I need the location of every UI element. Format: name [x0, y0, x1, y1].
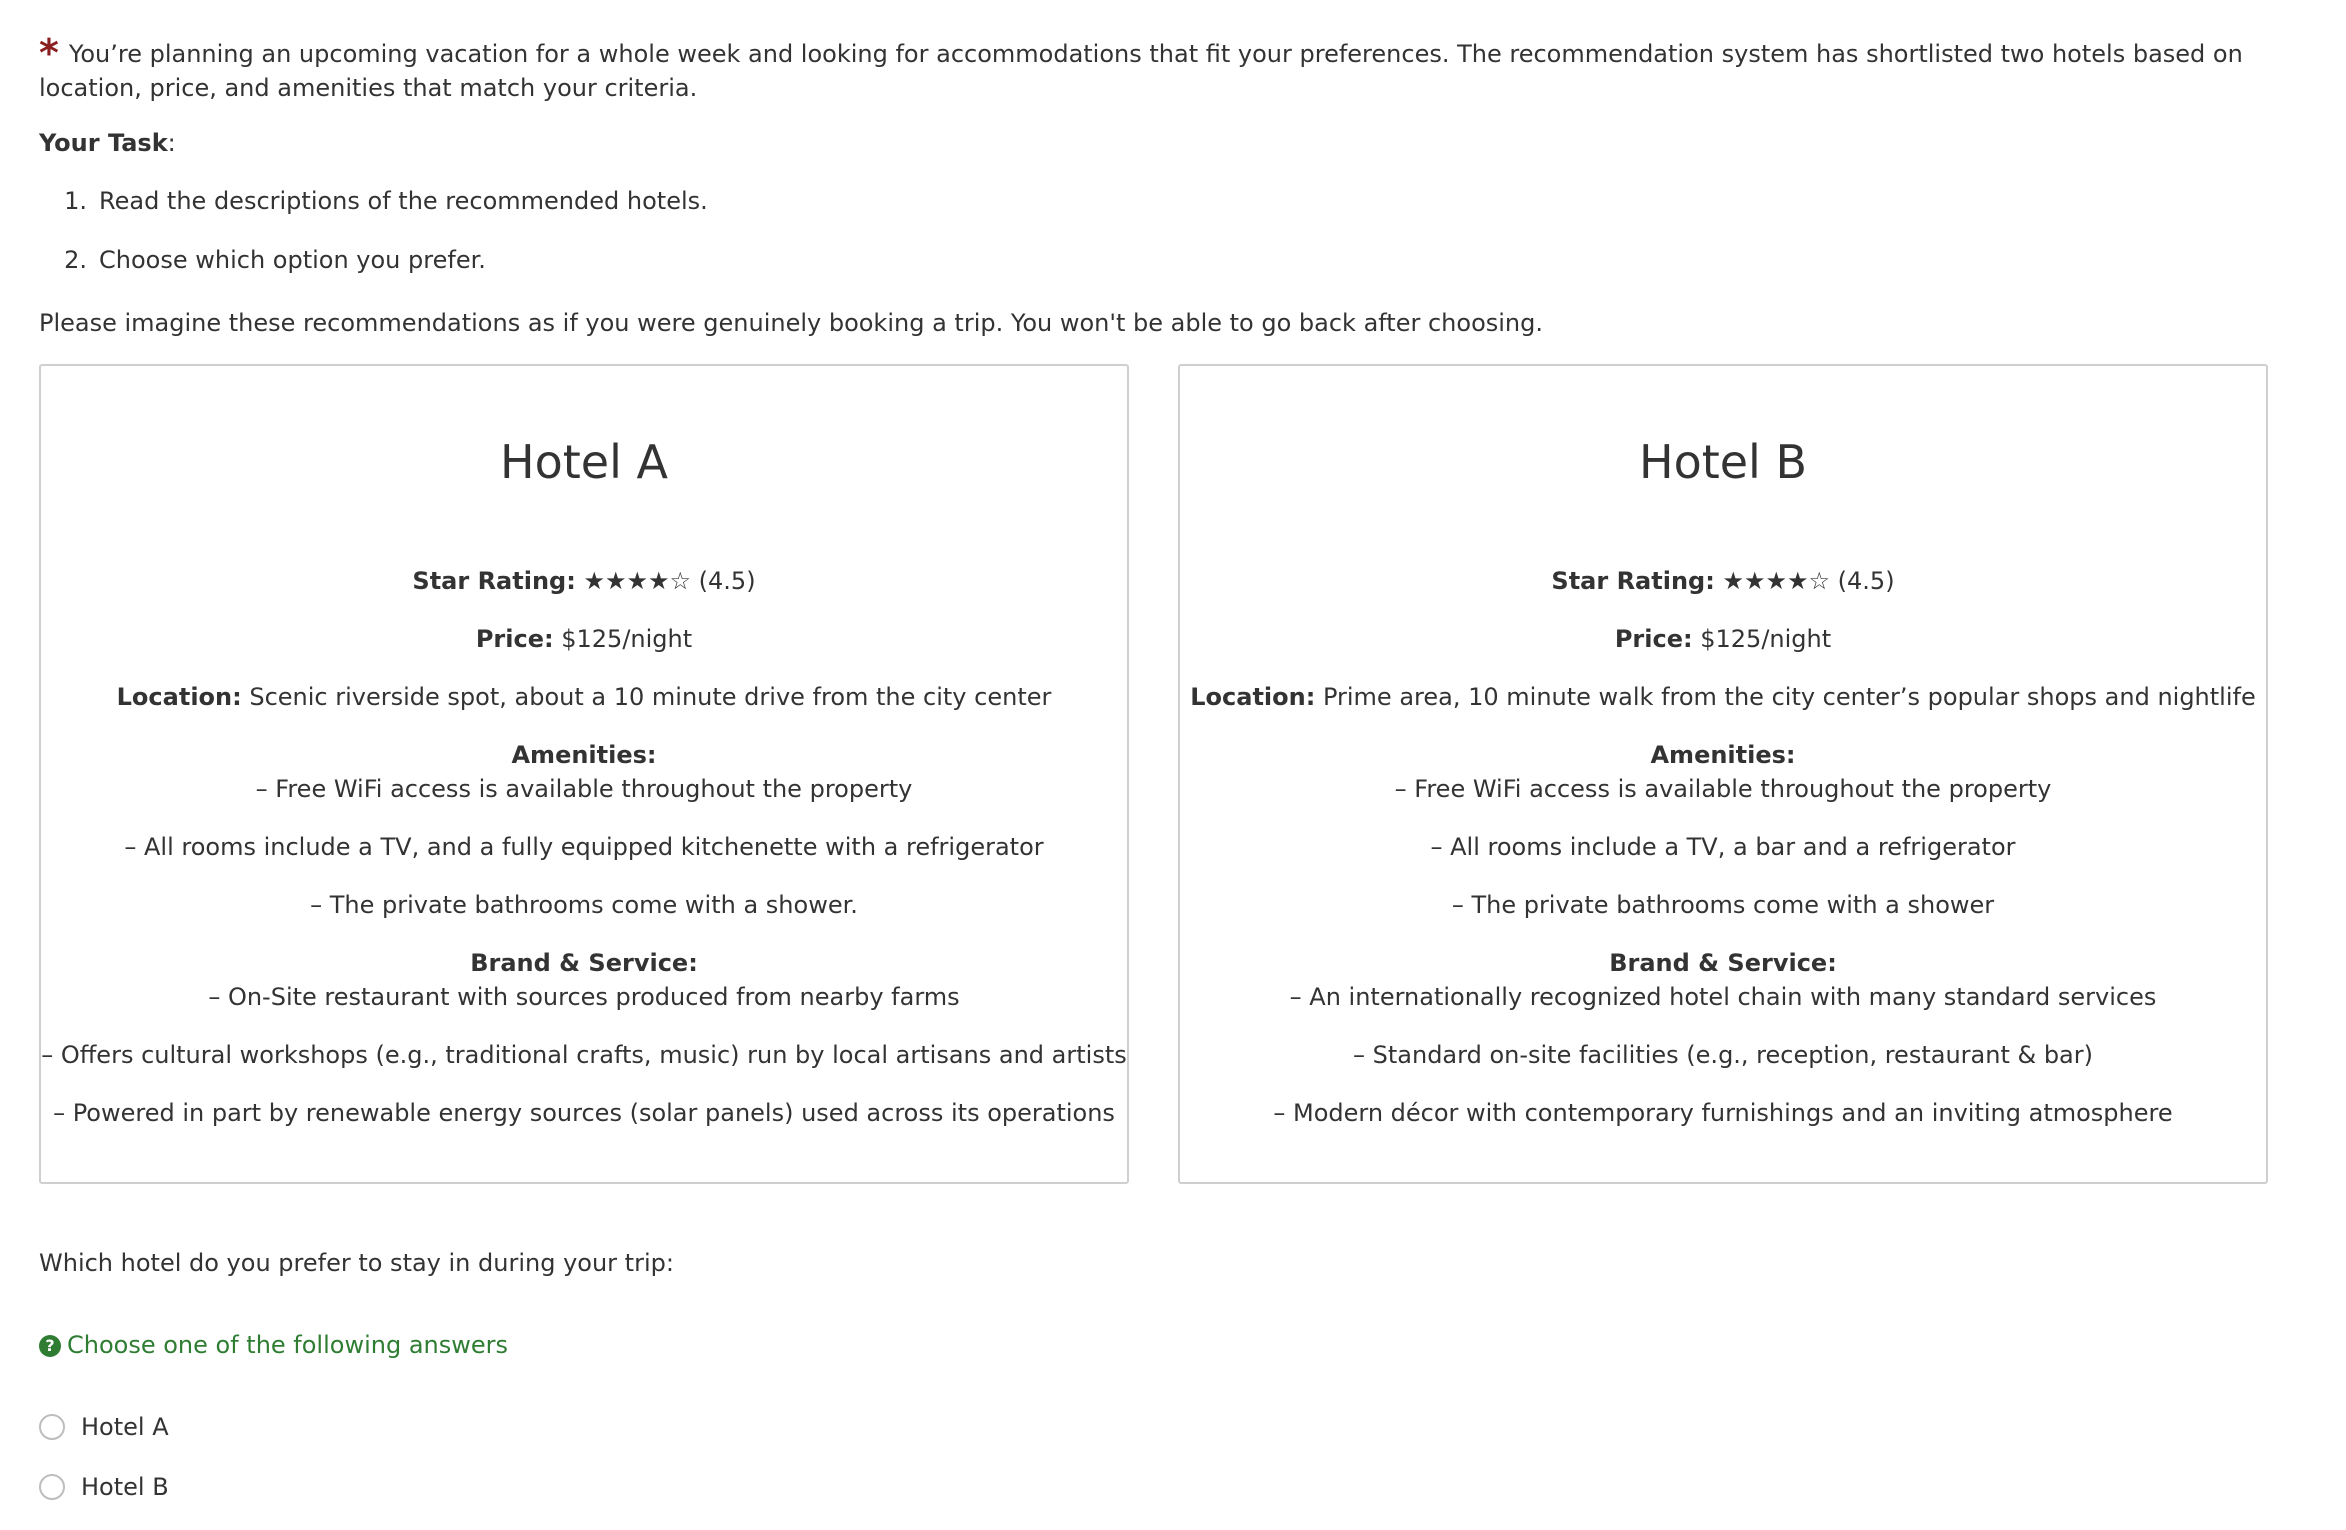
location-value: Scenic riverside spot, about a 10 minute… [249, 683, 1052, 711]
answer-label[interactable]: Hotel B [81, 1470, 169, 1504]
radio-button[interactable] [39, 1414, 65, 1440]
brand-item: – Modern décor with contemporary furnish… [1273, 1099, 2173, 1127]
task-step: 1. Read the descriptions of the recommend… [39, 184, 708, 218]
hotel-title: Hotel A [500, 435, 668, 489]
price-label: Price: [1614, 625, 1693, 653]
rating-value: (4.5) [698, 567, 756, 595]
brand-item: – On-Site restaurant with sources produc… [208, 983, 960, 1011]
location-label: Location: [1190, 683, 1316, 711]
brand-label: Brand & Service: [1609, 949, 1837, 977]
answer-option-hotel-b[interactable]: Hotel B [39, 1470, 169, 1504]
hint-text: Choose one of the following answers [67, 1331, 509, 1359]
price-value: $125/night [561, 625, 693, 653]
hotel-details: Star Rating: ★★★★☆ (4.5) Price: $125/nig… [1180, 564, 2266, 1130]
amenities-label: Amenities: [511, 741, 657, 769]
location-label: Location: [116, 683, 242, 711]
brand-item: – Offers cultural workshops (e.g., tradi… [41, 1041, 1127, 1069]
step-text: Choose which option you prefer. [99, 246, 486, 274]
location: Location: Scenic riverside spot, about a… [41, 680, 1127, 714]
location-value: Prime area, 10 minute walk from the city… [1322, 683, 2256, 711]
rating-value: (4.5) [1837, 567, 1895, 595]
brand-item: – Powered in part by renewable energy so… [53, 1099, 1115, 1127]
step-number: 1. [64, 187, 87, 215]
task-step: 2. Choose which option you prefer. [39, 243, 708, 277]
star-rating-label: Star Rating: [412, 567, 576, 595]
question-text: Which hotel do you prefer to stay in dur… [39, 1249, 674, 1277]
question-circle-icon: ? [39, 1335, 61, 1357]
brand-item: – Standard on-site facilities (e.g., rec… [1353, 1041, 2093, 1069]
answer-label[interactable]: Hotel A [81, 1410, 169, 1444]
amenity-item: – All rooms include a TV, and a fully eq… [124, 833, 1044, 861]
intro-paragraph: * You’re planning an upcoming vacation fo… [39, 32, 2279, 105]
task-label: Your Task [39, 129, 168, 157]
amenities-heading: Amenities: [1180, 738, 2266, 772]
location: Location: Prime area, 10 minute walk fro… [1180, 680, 2266, 714]
price: Price: $125/night [41, 622, 1127, 656]
price-label: Price: [475, 625, 554, 653]
amenity-item: – The private bathrooms come with a show… [1451, 891, 1995, 919]
answer-option-hotel-a[interactable]: Hotel A [39, 1410, 169, 1444]
brand-heading: Brand & Service: [41, 946, 1127, 980]
hotel-details: Star Rating: ★★★★☆ (4.5) Price: $125/nig… [41, 564, 1127, 1130]
star-rating-label: Star Rating: [1551, 567, 1715, 595]
hotel-title: Hotel B [1638, 435, 1808, 489]
step-text: Read the descriptions of the recommended… [99, 187, 708, 215]
star-icons: ★★★★☆ [583, 567, 692, 595]
answer-options: Hotel A Hotel B [39, 1410, 169, 1530]
task-colon: : [167, 129, 176, 157]
amenity-item: – Free WiFi access is available througho… [255, 775, 913, 803]
amenity-item: – All rooms include a TV, a bar and a re… [1430, 833, 2016, 861]
required-asterisk: * [39, 31, 59, 75]
imagine-instruction: Please imagine these recommendations as … [39, 309, 1543, 337]
step-number: 2. [64, 246, 87, 274]
amenity-item: – The private bathrooms come with a show… [310, 891, 858, 919]
task-steps: 1. Read the descriptions of the recommend… [39, 184, 708, 302]
hotel-card-a: Hotel A Star Rating: ★★★★☆ (4.5) Price: … [39, 364, 1129, 1184]
star-rating: Star Rating: ★★★★☆ (4.5) [41, 564, 1127, 598]
brand-heading: Brand & Service: [1180, 946, 2266, 980]
amenity-item: – Free WiFi access is available througho… [1394, 775, 2052, 803]
answer-hint: ? Choose one of the following answers [39, 1328, 508, 1362]
intro-text: You’re planning an upcoming vacation for… [39, 40, 2243, 102]
star-rating: Star Rating: ★★★★☆ (4.5) [1180, 564, 2266, 598]
amenities-label: Amenities: [1650, 741, 1796, 769]
price-value: $125/night [1700, 625, 1832, 653]
price: Price: $125/night [1180, 622, 2266, 656]
radio-button[interactable] [39, 1474, 65, 1500]
amenities-heading: Amenities: [41, 738, 1127, 772]
brand-item: – An internationally recognized hotel ch… [1289, 983, 2157, 1011]
brand-label: Brand & Service: [470, 949, 698, 977]
task-heading: Your Task: [39, 126, 176, 160]
hotel-card-b: Hotel B Star Rating: ★★★★☆ (4.5) Price: … [1178, 364, 2268, 1184]
star-icons: ★★★★☆ [1722, 567, 1831, 595]
